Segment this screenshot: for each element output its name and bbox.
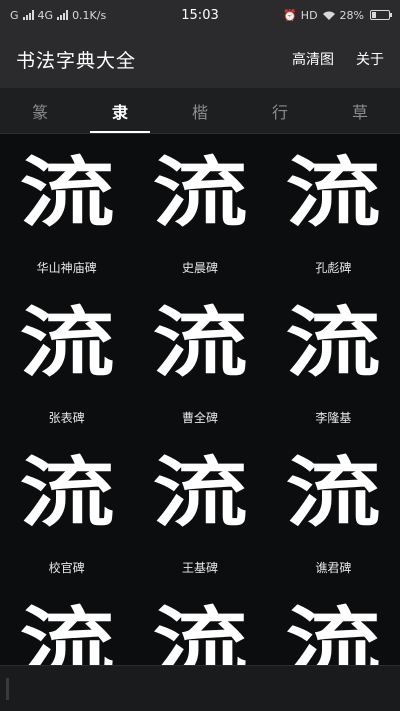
calligraphy-glyph: 流 [285, 148, 381, 237]
network-type: 4G [37, 8, 54, 22]
status-bar: G 4G 0.1K/s 15:03 ⏰ HD 28% [0, 0, 400, 30]
calligraphy-glyph: 流 [152, 598, 248, 665]
calligraphy-item[interactable]: 流 校官碑 [0, 445, 133, 595]
tab-cursive[interactable]: 草 [320, 88, 400, 133]
calligraphy-grid: 流 华山神庙碑 流 史晨碑 流 孔彪碑 流 张表碑 流 曹全碑 流 李隆基 流 … [0, 135, 400, 665]
item-label: 孔彪碑 [315, 261, 352, 275]
item-label: 李隆基 [315, 411, 352, 425]
calligraphy-glyph: 流 [19, 598, 115, 665]
network-speed: 0.1K/s [72, 8, 107, 22]
item-label: 张表碑 [48, 411, 85, 425]
calligraphy-glyph: 流 [285, 598, 381, 665]
item-label: 校官碑 [48, 561, 85, 575]
item-label: 王基碑 [181, 561, 218, 575]
wifi-icon [322, 11, 335, 20]
status-right: ⏰ HD 28% [283, 8, 392, 22]
alarm-icon: ⏰ [283, 8, 297, 22]
signal-icon [22, 10, 34, 20]
app-title: 书法字典大全 [16, 49, 137, 72]
bottom-bar [0, 665, 400, 711]
calligraphy-item[interactable]: 流 王基碑 [133, 445, 266, 595]
tab-seal[interactable]: 篆 [0, 88, 80, 133]
calligraphy-glyph: 流 [19, 148, 115, 237]
status-left: G 4G 0.1K/s [10, 9, 106, 22]
item-label: 史晨碑 [181, 261, 218, 275]
calligraphy-glyph: 流 [19, 298, 115, 387]
calligraphy-item[interactable]: 流 李隆基 [267, 295, 400, 445]
item-label: 曹全碑 [181, 411, 218, 425]
tab-running[interactable]: 行 [240, 88, 320, 133]
tab-regular[interactable]: 楷 [160, 88, 240, 133]
calligraphy-item[interactable]: 流 谯君碑 [267, 445, 400, 595]
app-actions: 高清图 关于 [292, 49, 384, 69]
item-label: 华山神庙碑 [36, 261, 97, 275]
calligraphy-item[interactable]: 流 [0, 595, 133, 665]
calligraphy-item[interactable]: 流 华山神庙碑 [0, 145, 133, 295]
calligraphy-item[interactable]: 流 [267, 595, 400, 665]
signal-icon-2 [57, 10, 69, 20]
calligraphy-item[interactable]: 流 [133, 595, 266, 665]
calligraphy-item[interactable]: 流 史晨碑 [133, 145, 266, 295]
calligraphy-glyph: 流 [19, 448, 115, 537]
tab-clerical[interactable]: 隶 [80, 88, 160, 133]
hd-indicator: HD [300, 8, 318, 22]
calligraphy-glyph: 流 [152, 148, 248, 237]
battery-icon [370, 10, 392, 20]
bottom-handle [6, 678, 9, 700]
carrier-indicator: G [10, 8, 19, 22]
about-button[interactable]: 关于 [356, 49, 384, 69]
battery-percent: 28% [339, 8, 364, 22]
app-bar: 书法字典大全 高清图 关于 [0, 30, 400, 88]
calligraphy-glyph: 流 [285, 298, 381, 387]
hd-image-button[interactable]: 高清图 [292, 49, 334, 69]
calligraphy-item[interactable]: 流 曹全碑 [133, 295, 266, 445]
calligraphy-glyph: 流 [152, 448, 248, 537]
script-tabs: 篆 隶 楷 行 草 [0, 88, 400, 134]
calligraphy-glyph: 流 [285, 448, 381, 537]
calligraphy-item[interactable]: 流 张表碑 [0, 295, 133, 445]
calligraphy-glyph: 流 [152, 298, 248, 387]
item-label: 谯君碑 [315, 561, 352, 575]
calligraphy-item[interactable]: 流 孔彪碑 [267, 145, 400, 295]
